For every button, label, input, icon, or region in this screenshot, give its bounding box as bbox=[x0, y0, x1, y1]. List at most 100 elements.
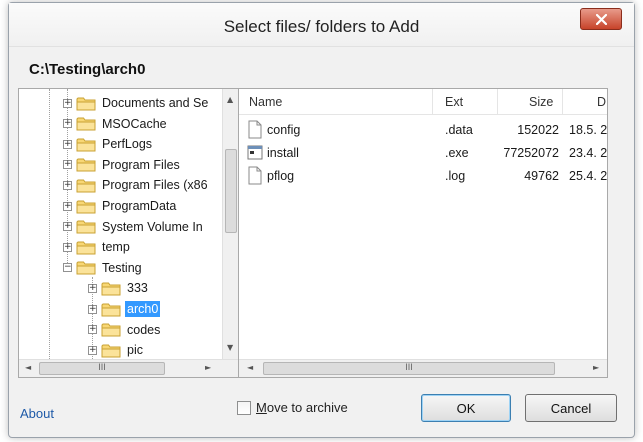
file-row[interactable]: install .exe 77252072 23.4. 2 bbox=[239, 142, 607, 164]
scroll-left-icon[interactable]: ◄ bbox=[25, 363, 31, 372]
expand-icon[interactable]: + bbox=[63, 98, 72, 108]
close-button[interactable] bbox=[580, 8, 622, 30]
expand-icon[interactable]: + bbox=[63, 242, 72, 252]
tree-item[interactable]: + System Volume In bbox=[63, 217, 205, 237]
current-path: C:\Testing\arch0 bbox=[29, 61, 146, 78]
move-to-archive-label: Move to archive bbox=[256, 400, 348, 415]
tree-scroll-thumb[interactable] bbox=[225, 149, 237, 233]
tree-item[interactable]: + Program Files bbox=[63, 155, 182, 175]
folder-icon bbox=[76, 241, 96, 255]
document-icon bbox=[248, 166, 262, 185]
expand-icon[interactable]: + bbox=[63, 119, 72, 129]
folder-icon bbox=[76, 117, 96, 131]
tree-item[interactable]: + arch0 bbox=[88, 299, 161, 319]
expand-icon[interactable]: + bbox=[63, 201, 72, 211]
folder-icon bbox=[101, 323, 121, 337]
collapse-icon[interactable]: − bbox=[63, 263, 72, 273]
scroll-left-icon[interactable]: ◄ bbox=[247, 363, 253, 372]
column-divider[interactable] bbox=[497, 89, 498, 115]
tree-item-label: Testing bbox=[102, 260, 142, 275]
move-to-archive-option[interactable]: Move to archive bbox=[237, 400, 348, 415]
about-link[interactable]: About bbox=[20, 406, 54, 421]
tree-item[interactable]: + codes bbox=[88, 320, 162, 340]
expand-icon[interactable]: + bbox=[88, 283, 97, 293]
file-cell-date: 23.4. 2 bbox=[569, 146, 608, 160]
folder-icon bbox=[101, 282, 121, 296]
expand-icon[interactable]: + bbox=[88, 345, 97, 355]
folder-tree-list: + Documents and Se + MSOCache + PerfLogs + Prog… bbox=[19, 89, 223, 359]
folder-icon bbox=[76, 200, 96, 213]
tree-item-label: temp bbox=[102, 240, 130, 255]
tree-item-label: MSOCache bbox=[102, 116, 167, 131]
folder-icon bbox=[101, 344, 121, 358]
column-header-ext[interactable]: Ext bbox=[445, 89, 463, 115]
file-list[interactable]: Name Ext Size D config .data 152022 18.5. 2… bbox=[238, 88, 608, 378]
cancel-button[interactable]: Cancel bbox=[525, 394, 617, 422]
folder-icon bbox=[76, 97, 96, 110]
file-cell-date: 25.4. 2 bbox=[569, 169, 608, 183]
expand-icon[interactable]: + bbox=[88, 304, 97, 314]
tree-item-label: PerfLogs bbox=[102, 137, 153, 152]
file-list-header: Name Ext Size D bbox=[239, 89, 607, 115]
tree-item[interactable]: + MSOCache bbox=[63, 114, 169, 134]
file-cell-size: 49762 bbox=[524, 169, 559, 183]
file-cell-name: install bbox=[267, 146, 299, 160]
tree-item-label: Program Files (x86 bbox=[102, 178, 208, 193]
folder-icon bbox=[76, 179, 96, 193]
file-cell-ext: .exe bbox=[445, 146, 469, 160]
tree-horizontal-scrollbar[interactable]: ◄ III ► bbox=[19, 359, 239, 377]
document-icon bbox=[248, 120, 262, 139]
tree-item[interactable]: − Testing bbox=[63, 258, 144, 278]
tree-item-label: Program Files bbox=[102, 157, 180, 172]
tree-item-label-selected: arch0 bbox=[125, 301, 161, 317]
executable-icon bbox=[247, 145, 263, 160]
ok-button[interactable]: OK bbox=[421, 394, 511, 422]
scroll-up-icon[interactable]: ▲ bbox=[227, 95, 233, 104]
file-cell-ext: .data bbox=[445, 123, 473, 137]
file-cell-size: 152022 bbox=[517, 123, 559, 137]
column-header-date[interactable]: D bbox=[597, 89, 606, 115]
scroll-grip-icon: III bbox=[98, 362, 106, 372]
column-divider[interactable] bbox=[562, 89, 563, 115]
scroll-right-icon[interactable]: ► bbox=[205, 363, 211, 372]
column-header-size[interactable]: Size bbox=[529, 89, 553, 115]
file-cell-name: config bbox=[267, 123, 301, 137]
tree-item[interactable]: + Program Files (x86 bbox=[63, 175, 210, 195]
expand-icon[interactable]: + bbox=[63, 222, 72, 232]
file-cell-name: pflog bbox=[267, 169, 295, 183]
tree-item[interactable]: + temp bbox=[63, 237, 132, 257]
expand-icon[interactable]: + bbox=[63, 139, 72, 149]
tree-item-label: ProgramData bbox=[102, 199, 177, 213]
scroll-right-icon[interactable]: ► bbox=[593, 363, 599, 372]
tree-item[interactable]: + pic bbox=[88, 340, 145, 359]
tree-hscroll-thumb[interactable]: III bbox=[39, 362, 165, 375]
files-hscroll-thumb[interactable]: III bbox=[263, 362, 555, 375]
folder-icon bbox=[76, 261, 96, 275]
tree-item-label: pic bbox=[127, 343, 143, 358]
scroll-down-icon[interactable]: ▼ bbox=[227, 343, 233, 352]
expand-icon[interactable]: + bbox=[63, 160, 72, 170]
tree-item-label: System Volume In bbox=[102, 219, 203, 234]
folder-icon bbox=[101, 303, 121, 316]
column-divider[interactable] bbox=[432, 89, 433, 115]
folder-icon bbox=[76, 138, 96, 152]
tree-vertical-scrollbar[interactable]: ▲ ▼ bbox=[222, 89, 239, 359]
file-cell-date: 18.5. 2 bbox=[569, 123, 608, 137]
tree-item-label: codes bbox=[127, 322, 161, 337]
expand-icon[interactable]: + bbox=[63, 180, 72, 190]
files-horizontal-scrollbar[interactable]: ◄ III ► bbox=[239, 359, 607, 377]
file-row[interactable]: config .data 152022 18.5. 2 bbox=[239, 119, 607, 141]
folder-icon bbox=[76, 220, 96, 234]
file-cell-ext: .log bbox=[445, 169, 466, 183]
tree-item[interactable]: + ProgramData bbox=[63, 196, 178, 216]
tree-item[interactable]: + PerfLogs bbox=[63, 134, 154, 154]
column-header-name[interactable]: Name bbox=[249, 89, 282, 115]
file-row[interactable]: pflog .log 49762 25.4. 2 bbox=[239, 165, 607, 187]
tree-item[interactable]: +333 bbox=[88, 278, 150, 298]
move-to-archive-checkbox[interactable] bbox=[237, 400, 251, 415]
title-bar[interactable]: Select files/ folders to Add bbox=[9, 3, 634, 47]
expand-icon[interactable]: + bbox=[88, 325, 97, 335]
tree-item[interactable]: + Documents and Se bbox=[63, 93, 210, 113]
folder-tree[interactable]: + Documents and Se + MSOCache + PerfLogs + Prog… bbox=[18, 88, 240, 378]
file-cell-size: 77252072 bbox=[503, 146, 559, 160]
